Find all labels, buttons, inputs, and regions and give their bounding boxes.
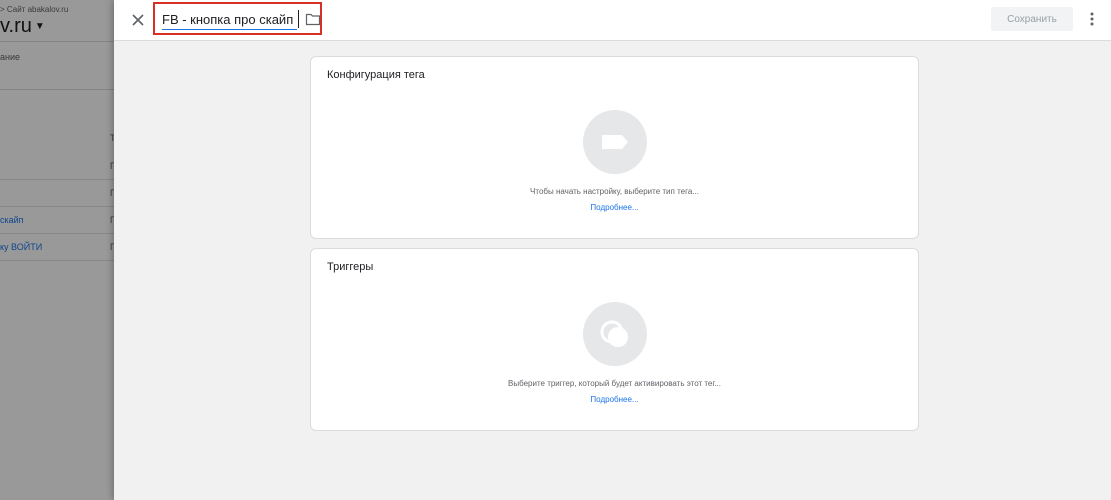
triggers-card[interactable]: Триггеры Выберите триггер, который будет…	[310, 248, 919, 431]
tag-configuration-card[interactable]: Конфигурация тега Чтобы начать настройку…	[310, 56, 919, 239]
card-title: Триггеры	[327, 261, 374, 273]
editor-header: FB - кнопка про скайп Сохранить	[114, 0, 1111, 41]
save-button[interactable]: Сохранить	[991, 7, 1073, 31]
text-cursor	[298, 10, 299, 28]
card-hint: Выберите триггер, который будет активиро…	[508, 379, 721, 388]
more-vert-icon[interactable]	[1082, 9, 1102, 29]
folder-icon[interactable]	[305, 12, 321, 26]
card-hint: Чтобы начать настройку, выберите тип тег…	[530, 187, 699, 196]
tag-editor-panel: FB - кнопка про скайп Сохранить Конфигур…	[114, 0, 1111, 500]
learn-more-link[interactable]: Подробнее...	[311, 203, 918, 212]
tag-name-input[interactable]: FB - кнопка про скайп	[162, 12, 293, 27]
input-underline	[162, 29, 297, 30]
trigger-icon[interactable]	[583, 302, 647, 366]
close-icon[interactable]	[128, 10, 148, 30]
tag-icon[interactable]	[583, 110, 647, 174]
background-page: > Сайт abakalov.ru v.ru ▼ ание Т П П скай…	[0, 0, 114, 500]
tag-name-field[interactable]: FB - кнопка про скайп	[153, 2, 322, 35]
learn-more-link[interactable]: Подробнее...	[311, 395, 918, 404]
modal-scrim[interactable]	[0, 0, 114, 500]
card-title: Конфигурация тега	[327, 69, 425, 81]
